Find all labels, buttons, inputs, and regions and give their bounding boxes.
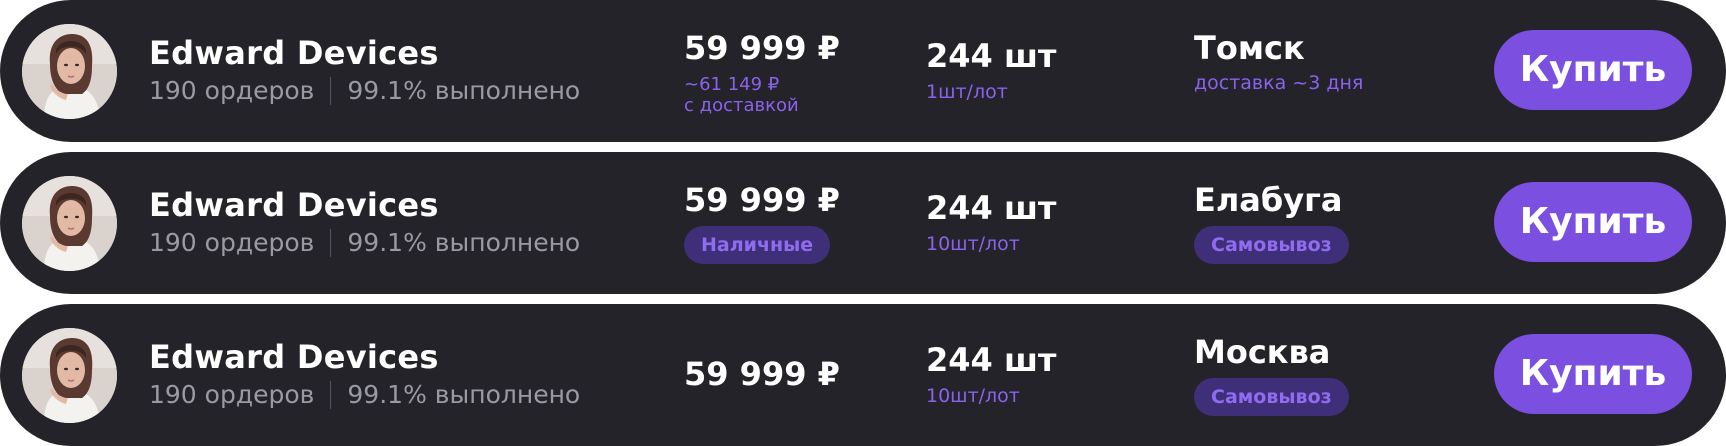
price-with-delivery: ~61 149 ₽ с доставкой xyxy=(684,74,799,116)
delivery-estimate: доставка ~3 дня xyxy=(1194,72,1364,94)
offer-quantity: 244 шт xyxy=(926,341,1057,379)
seller-name[interactable]: Edward Devices xyxy=(149,186,439,224)
seller-fulfillment-rate: 99.1% выполнено xyxy=(347,228,581,257)
seller-avatar[interactable] xyxy=(22,176,117,271)
stats-divider xyxy=(330,380,332,409)
buy-button[interactable]: Купить xyxy=(1494,182,1692,262)
offer-quantity: 244 шт xyxy=(926,189,1057,227)
price-with-delivery-label: с доставкой xyxy=(684,95,799,116)
offer-city: Томск xyxy=(1194,29,1305,67)
offer-city: Москва xyxy=(1194,333,1331,371)
lot-size: 10шт/лот xyxy=(926,233,1020,255)
seller-orders-count: 190 ордеров xyxy=(149,380,315,409)
buy-button[interactable]: Купить xyxy=(1494,334,1692,414)
offer-price: 59 999 ₽ xyxy=(684,181,840,219)
pickup-badge: Самовывоз xyxy=(1194,378,1349,416)
lot-size: 10шт/лот xyxy=(926,385,1020,407)
seller-avatar[interactable] xyxy=(22,328,117,423)
seller-fulfillment-rate: 99.1% выполнено xyxy=(347,380,581,409)
buy-button[interactable]: Купить xyxy=(1494,30,1692,110)
seller-orders-count: 190 ордеров xyxy=(149,76,315,105)
stats-divider xyxy=(330,76,332,105)
payment-method-badge: Наличные xyxy=(684,226,831,264)
seller-stats: 190 ордеров 99.1% выполнено xyxy=(149,76,580,105)
price-with-delivery-value: ~61 149 ₽ xyxy=(684,74,780,95)
seller-name[interactable]: Edward Devices xyxy=(149,34,439,72)
offer-quantity: 244 шт xyxy=(926,37,1057,75)
seller-orders-count: 190 ордеров xyxy=(149,228,315,257)
offer-price: 59 999 ₽ xyxy=(684,29,840,67)
seller-avatar[interactable] xyxy=(22,24,117,119)
offer-card: Edward Devices 190 ордеров 99.1% выполне… xyxy=(0,304,1726,446)
offer-price: 59 999 ₽ xyxy=(684,355,840,393)
seller-stats: 190 ордеров 99.1% выполнено xyxy=(149,380,580,409)
seller-fulfillment-rate: 99.1% выполнено xyxy=(347,76,581,105)
seller-stats: 190 ордеров 99.1% выполнено xyxy=(149,228,580,257)
offer-card: Edward Devices 190 ордеров 99.1% выполне… xyxy=(0,0,1726,142)
lot-size: 1шт/лот xyxy=(926,81,1008,103)
pickup-badge: Самовывоз xyxy=(1194,226,1349,264)
offer-city: Елабуга xyxy=(1194,181,1343,219)
offer-card: Edward Devices 190 ордеров 99.1% выполне… xyxy=(0,152,1726,294)
stats-divider xyxy=(330,228,332,257)
seller-name[interactable]: Edward Devices xyxy=(149,338,439,376)
